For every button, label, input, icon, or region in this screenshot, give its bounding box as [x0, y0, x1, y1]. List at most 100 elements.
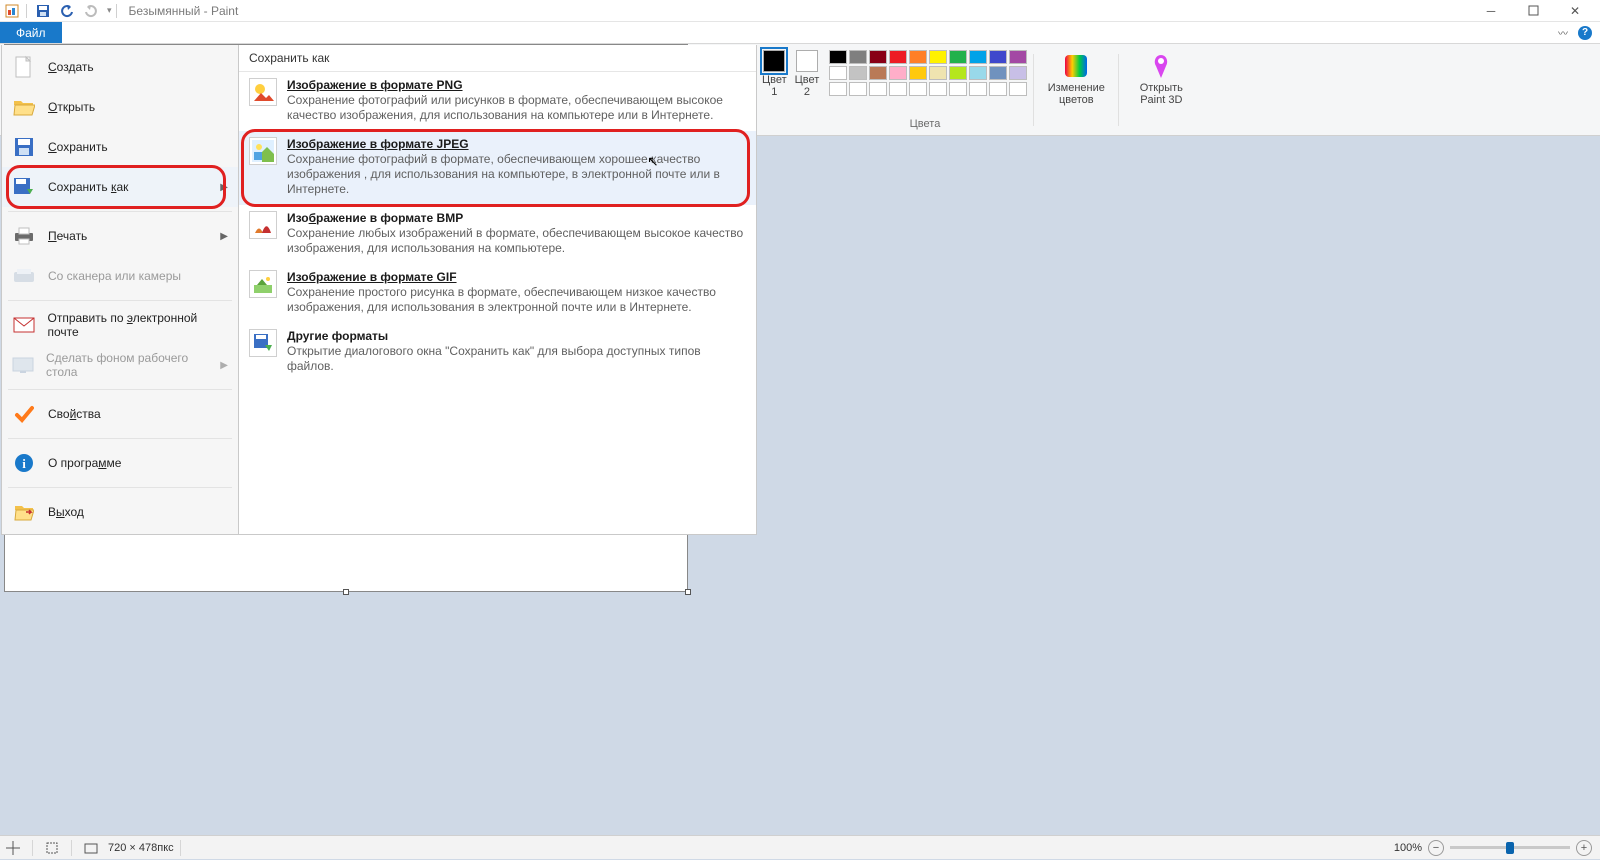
palette-swatch[interactable] [929, 66, 947, 80]
palette-swatch[interactable] [909, 82, 927, 96]
menu-scanner: Со сканера или камеры [2, 256, 238, 296]
menu-wallpaper: Сделать фоном рабочего стола ▶ [2, 345, 238, 385]
palette-icon [1062, 52, 1090, 80]
window-close-button[interactable]: ✕ [1554, 0, 1596, 22]
save-as-gif[interactable]: Изображение в формате GIF Сохранение про… [239, 264, 756, 323]
palette-swatch[interactable] [889, 66, 907, 80]
palette-swatch[interactable] [929, 50, 947, 64]
new-doc-icon [12, 55, 36, 79]
palette-swatch[interactable] [849, 50, 867, 64]
ribbon-collapse-icon[interactable]: 〰 [1558, 25, 1568, 40]
palette-swatch[interactable] [869, 82, 887, 96]
palette-swatch[interactable] [949, 50, 967, 64]
palette-swatch[interactable] [869, 66, 887, 80]
save-as-header: Сохранить как [239, 45, 756, 72]
palette-swatch[interactable] [989, 82, 1007, 96]
save-as-bmp-desc: Сохранение любых изображений в формате, … [287, 226, 746, 256]
menu-about[interactable]: i О программе [2, 443, 238, 483]
color-palette[interactable] [829, 50, 1027, 96]
menu-exit[interactable]: Выход [2, 492, 238, 532]
palette-swatch[interactable] [1009, 50, 1027, 64]
zoom-slider[interactable] [1450, 846, 1570, 849]
menu-print[interactable]: Печать ▶ [2, 216, 238, 256]
save-icon [12, 135, 36, 159]
palette-swatch[interactable] [969, 66, 987, 80]
qat-redo-icon[interactable] [83, 3, 99, 19]
save-as-icon [12, 175, 36, 199]
menu-email[interactable]: Отправить по электронной почте [2, 305, 238, 345]
qat-dropdown-icon[interactable]: ▾ [107, 5, 112, 16]
jpeg-icon [249, 137, 277, 165]
palette-swatch[interactable] [889, 50, 907, 64]
submenu-arrow-icon: ▶ [220, 182, 228, 193]
help-icon[interactable]: ? [1578, 26, 1592, 40]
palette-swatch[interactable] [909, 50, 927, 64]
printer-icon [12, 224, 36, 248]
palette-swatch[interactable] [909, 66, 927, 80]
submenu-arrow-icon: ▶ [220, 231, 228, 242]
email-icon [12, 313, 36, 337]
save-as-jpeg-desc: Сохранение фотографий в формате, обеспеч… [287, 152, 746, 197]
canvas-handle-corner[interactable] [685, 589, 691, 595]
save-as-bmp-title: Изображение в формате BMP [287, 211, 746, 225]
save-as-other-desc: Открытие диалогового окна "Сохранить как… [287, 344, 746, 374]
zoom-in-button[interactable]: + [1576, 840, 1592, 856]
qat-undo-icon[interactable] [59, 3, 75, 19]
menu-save[interactable]: Сохранить [2, 127, 238, 167]
canvas-handle-bottom[interactable] [343, 589, 349, 595]
save-as-jpeg[interactable]: Изображение в формате JPEG Сохранение фо… [239, 131, 756, 205]
palette-swatch[interactable] [969, 82, 987, 96]
palette-swatch[interactable] [849, 82, 867, 96]
ribbon-group-label-colors: Цвета [860, 118, 990, 130]
other-format-icon [249, 329, 277, 357]
zoom-value: 100% [1394, 842, 1422, 854]
window-title: Безымянный - Paint [129, 4, 239, 18]
palette-swatch[interactable] [989, 50, 1007, 64]
window-minimize-button[interactable]: ─ [1470, 0, 1512, 22]
scanner-icon [12, 264, 36, 288]
menu-open[interactable]: Открыть [2, 87, 238, 127]
palette-swatch[interactable] [869, 50, 887, 64]
app-icon [4, 3, 20, 19]
bmp-icon [249, 211, 277, 239]
info-icon: i [12, 451, 36, 475]
save-as-png[interactable]: Изображение в формате PNG Сохранение фот… [239, 72, 756, 131]
menu-properties[interactable]: Свойства [2, 394, 238, 434]
palette-swatch[interactable] [889, 82, 907, 96]
color1-button[interactable]: Цвет 1 [758, 50, 791, 98]
window-maximize-button[interactable] [1512, 0, 1554, 22]
svg-text:i: i [22, 456, 26, 471]
menu-save-as[interactable]: Сохранить как ▶ [2, 167, 238, 207]
palette-swatch[interactable] [969, 50, 987, 64]
qat-save-icon[interactable] [35, 3, 51, 19]
save-as-jpeg-title: Изображение в формате JPEG [287, 137, 469, 151]
palette-swatch[interactable] [1009, 66, 1027, 80]
wallpaper-icon [12, 353, 34, 377]
statusbar: 720 × 478пкс 100% − + [0, 835, 1600, 859]
save-as-other[interactable]: Другие форматы Открытие диалогового окна… [239, 323, 756, 382]
save-as-gif-title: Изображение в формате GIF [287, 270, 457, 284]
canvas-dimensions: 720 × 478пкс [108, 842, 174, 854]
cursor-pos-icon [0, 836, 26, 860]
file-menu: Создать Открыть Сохранить Сохранить как … [1, 45, 239, 535]
menu-create[interactable]: Создать [2, 47, 238, 87]
save-as-submenu: Сохранить как Изображение в формате PNG … [239, 45, 757, 535]
palette-swatch[interactable] [829, 66, 847, 80]
palette-swatch[interactable] [829, 50, 847, 64]
zoom-out-button[interactable]: − [1428, 840, 1444, 856]
palette-swatch[interactable] [829, 82, 847, 96]
file-tab[interactable]: Файл [0, 22, 62, 43]
gif-icon [249, 270, 277, 298]
palette-swatch[interactable] [949, 82, 967, 96]
palette-swatch[interactable] [989, 66, 1007, 80]
palette-swatch[interactable] [929, 82, 947, 96]
edit-colors-button[interactable]: Изменение цветов [1040, 50, 1112, 106]
palette-swatch[interactable] [949, 66, 967, 80]
open-paint3d-button[interactable]: Открыть Paint 3D [1125, 50, 1197, 106]
png-icon [249, 78, 277, 106]
save-as-bmp[interactable]: Изображение в формате BMP Сохранение люб… [239, 205, 756, 264]
palette-swatch[interactable] [849, 66, 867, 80]
color2-button[interactable]: Цвет 2 [791, 50, 824, 98]
exit-icon [12, 500, 36, 524]
palette-swatch[interactable] [1009, 82, 1027, 96]
